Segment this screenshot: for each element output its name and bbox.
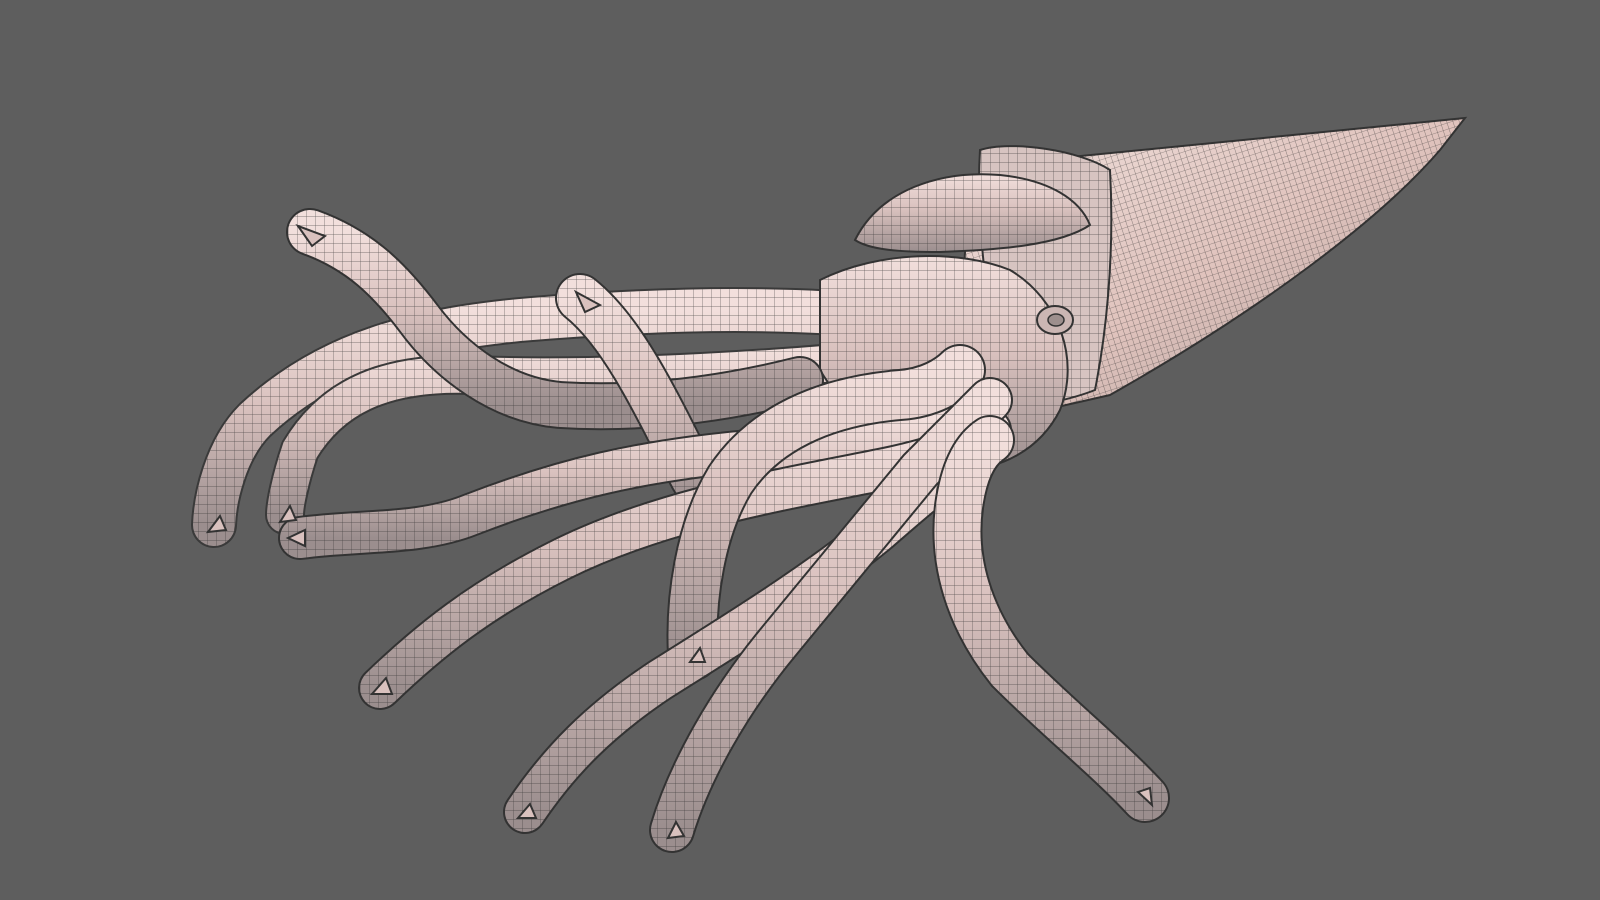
- squid-model[interactable]: [0, 0, 1600, 900]
- eye: [1036, 305, 1074, 335]
- 3d-viewport[interactable]: [0, 0, 1600, 900]
